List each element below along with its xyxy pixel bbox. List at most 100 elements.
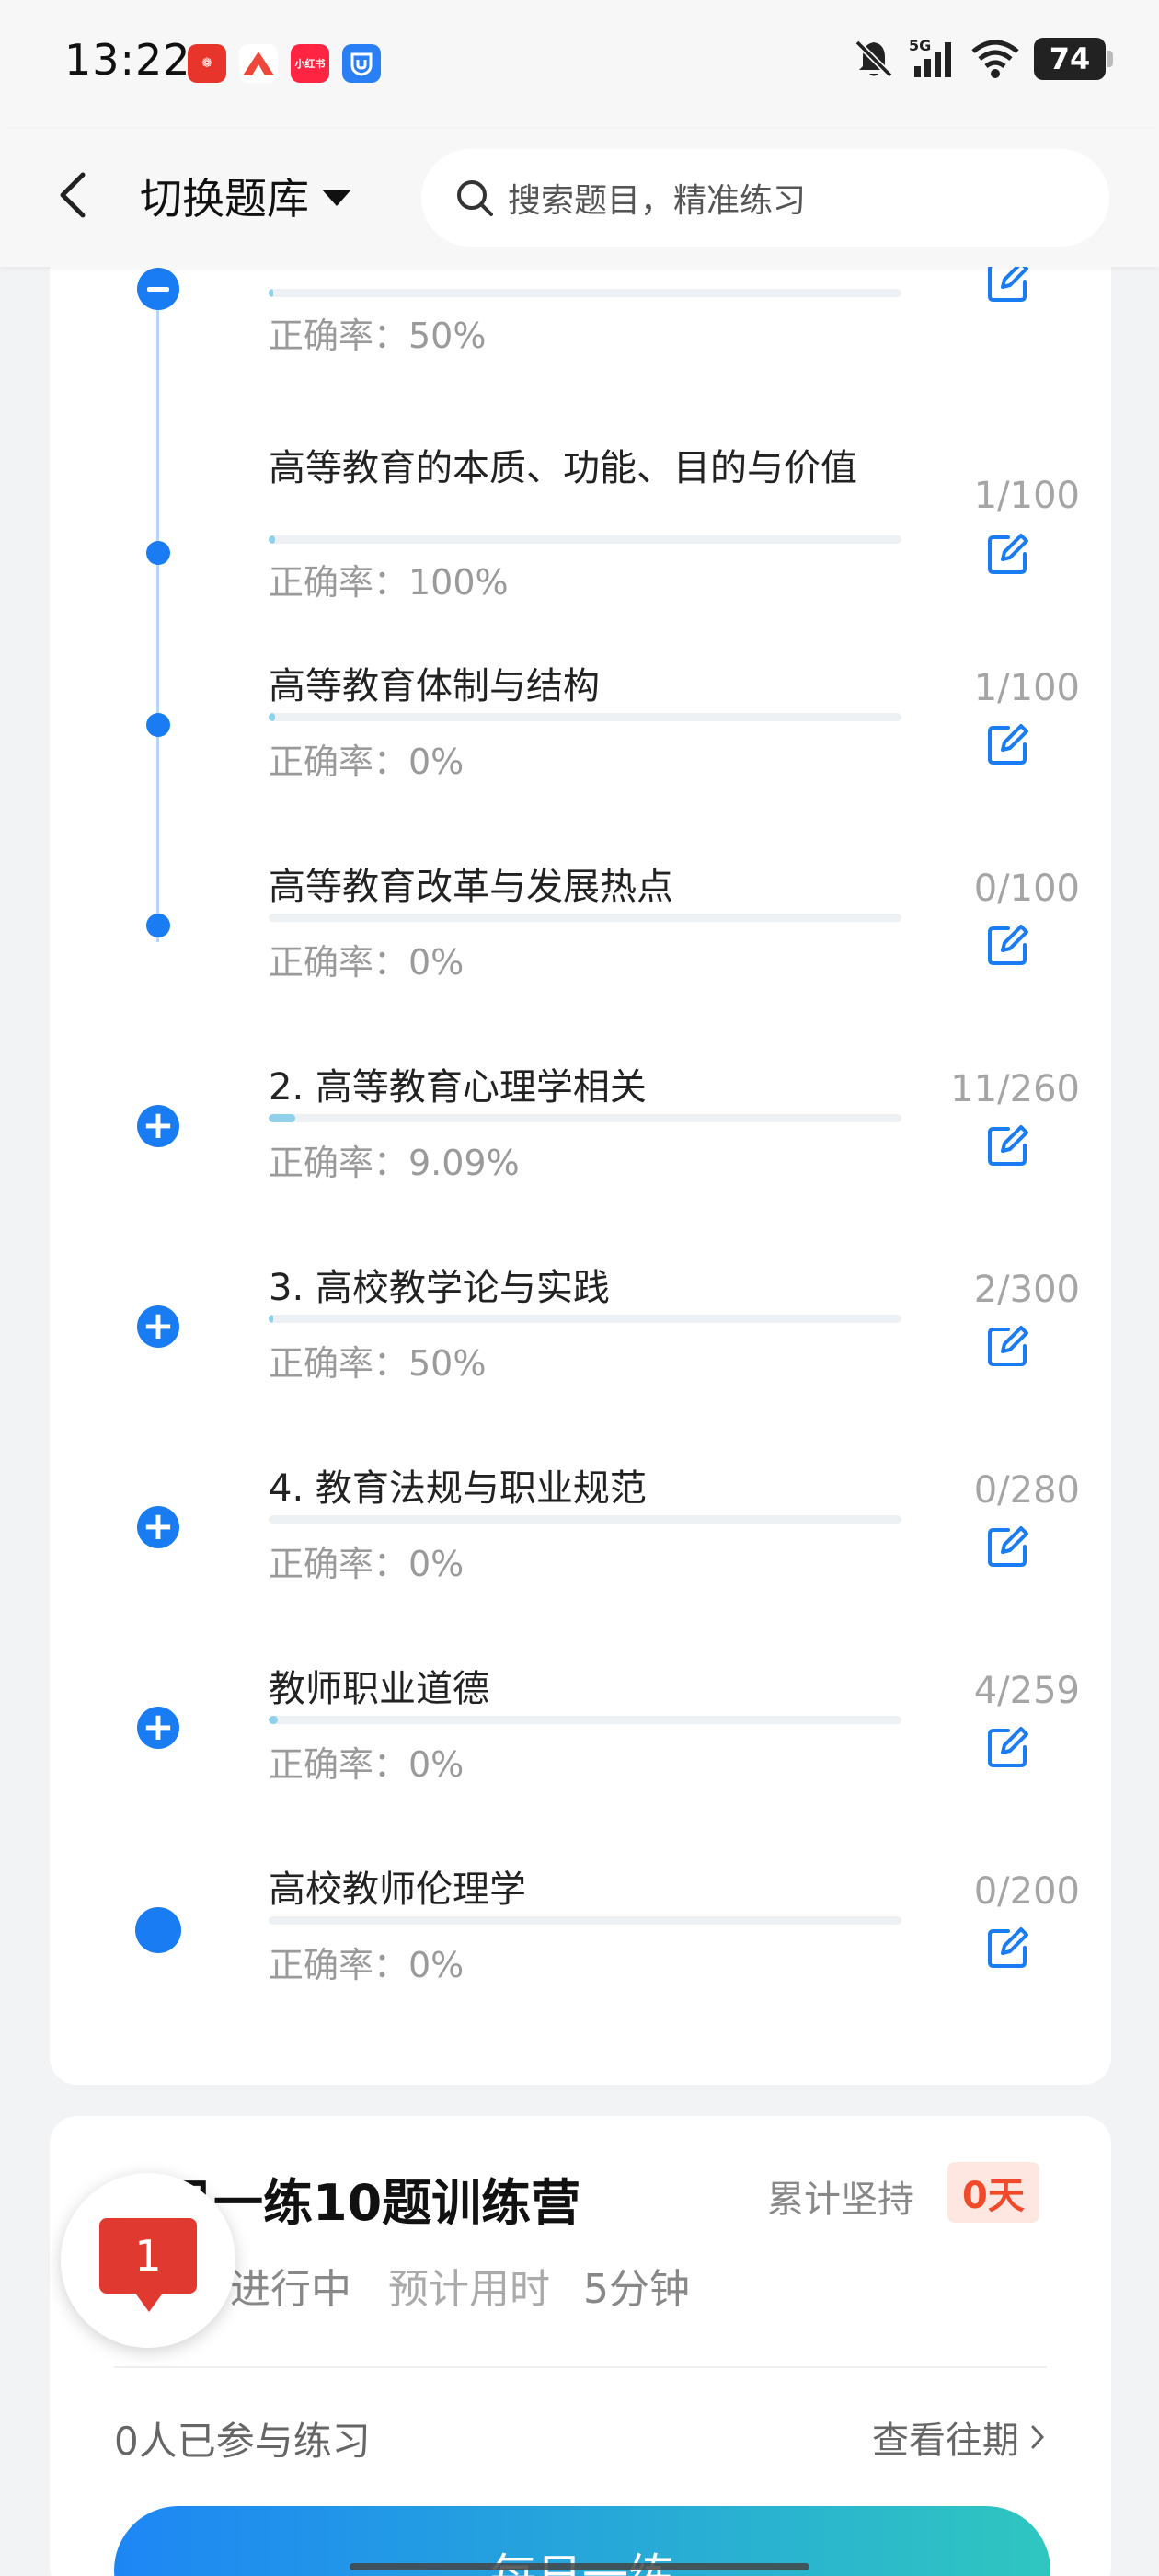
- daily-practice-card: 每日一练10题训练营 累计坚持 0天 进行中 预计用时 5分钟 0人已参与练习 …: [50, 2116, 1111, 2576]
- search-icon: [457, 180, 493, 216]
- topic-row[interactable]: 高等教育改革与发展热点 正确率：0% 0/100: [50, 803, 1111, 1004]
- home-indicator: [350, 2563, 809, 2570]
- topic-progress-bar: [269, 713, 901, 721]
- cellular-signal-icon: 5G: [909, 37, 957, 81]
- topic-row[interactable]: 4. 教育法规与职业规范正确率：0% 0/280: [50, 1405, 1111, 1605]
- topic-title: 高校教师伦理学: [269, 1869, 526, 1911]
- message-count: 1: [134, 2231, 162, 2281]
- topic-title: 高等教育的本质、功能、目的与价值: [269, 447, 857, 489]
- practice-status: 进行中: [230, 2266, 351, 2313]
- topic-title: 2. 高等教育心理学相关: [269, 1066, 647, 1109]
- estimated-time-value: 5分钟: [583, 2266, 690, 2313]
- search-bar[interactable]: 搜索题目，精准练习: [421, 149, 1109, 247]
- topic-count: 0/100: [973, 868, 1080, 910]
- expand-icon[interactable]: [137, 1506, 179, 1548]
- edit-icon[interactable]: [984, 1121, 1032, 1169]
- pinduoduo-icon: ❁: [188, 44, 226, 83]
- topic-progress-bar: [269, 289, 901, 297]
- timeline-node-icon: [146, 914, 170, 937]
- search-placeholder: 搜索题目，精准练习: [508, 182, 807, 220]
- topic-count: 0/200: [973, 1870, 1080, 1913]
- estimated-time-label: 预计用时: [388, 2266, 550, 2313]
- collapse-icon[interactable]: [137, 268, 179, 310]
- topic-count: 1/100: [973, 667, 1080, 709]
- chapter-list-card: 正确率：50% 2/300 高等教育的本质、功能、目的与价值正确率：100% 1/10…: [50, 221, 1111, 2085]
- floating-message-button[interactable]: 1: [61, 2173, 235, 2348]
- status-bar: 13:22 ❁ 小红书 5G 74: [0, 0, 1159, 129]
- timeline-node-icon: [146, 713, 170, 737]
- view-history-label: 查看往期: [872, 2420, 1019, 2462]
- topic-progress-bar: [269, 1716, 901, 1724]
- progress-fill: [269, 713, 275, 721]
- edit-icon[interactable]: [984, 720, 1032, 768]
- caret-down-icon: [322, 190, 351, 206]
- topic-count: 11/260: [950, 1068, 1080, 1110]
- topic-row[interactable]: 高校教师伦理学 正确率：0% 0/200: [50, 1806, 1111, 2007]
- topic-accuracy: 正确率：0%: [269, 1945, 465, 1985]
- expand-icon[interactable]: [137, 1105, 179, 1147]
- topic-accuracy: 正确率：50%: [269, 316, 487, 356]
- battery-indicator: 74: [1034, 38, 1113, 80]
- topic-title: 教师职业道德: [269, 1668, 489, 1710]
- topic-title: 3. 高校教学论与实践: [269, 1267, 610, 1309]
- system-icons: 5G 74: [852, 37, 1113, 81]
- expand-icon[interactable]: [137, 1305, 179, 1348]
- topic-progress-bar: [269, 1515, 901, 1524]
- topic-accuracy: 正确率：50%: [269, 1343, 487, 1384]
- topic-count: 2/300: [973, 1269, 1080, 1311]
- chevron-left-icon: [60, 172, 86, 218]
- edit-icon[interactable]: [984, 1322, 1032, 1370]
- progress-fill: [269, 1716, 279, 1724]
- topic-row[interactable]: 2. 高等教育心理学相关正确率：9.09% 11/260: [50, 1004, 1111, 1204]
- message-bubble-icon: 1: [99, 2218, 197, 2312]
- topic-title: 高等教育改革与发展热点: [269, 866, 673, 908]
- topic-accuracy: 正确率：100%: [269, 562, 509, 603]
- back-button[interactable]: [46, 167, 101, 223]
- progress-fill: [269, 289, 273, 297]
- persist-days-badge: 0天: [947, 2162, 1039, 2223]
- timeline-node-icon: [135, 1907, 181, 1953]
- participants-count: 0人已参与练习: [114, 2419, 371, 2464]
- topic-accuracy: 正确率：0%: [269, 1544, 465, 1584]
- topic-progress-bar: [269, 1315, 901, 1323]
- topic-progress-bar: [269, 1114, 901, 1122]
- status-time: 13:22: [64, 35, 191, 85]
- topic-accuracy: 正确率：0%: [269, 1744, 465, 1785]
- progress-fill: [269, 1114, 295, 1122]
- switch-bank-label: 切换题库: [140, 174, 309, 224]
- chevron-right-icon: [1031, 2425, 1045, 2449]
- view-history-link[interactable]: 查看往期: [872, 2410, 1047, 2464]
- progress-fill: [269, 535, 275, 544]
- topic-progress-bar: [269, 1916, 901, 1925]
- topic-progress-bar: [269, 535, 901, 544]
- edit-icon[interactable]: [984, 1523, 1032, 1570]
- topic-accuracy: 正确率：0%: [269, 742, 465, 782]
- bell-muted-icon: [855, 40, 893, 78]
- divider: [114, 2366, 1047, 2368]
- edit-icon[interactable]: [984, 921, 1032, 969]
- topic-progress-bar: [269, 914, 901, 922]
- expand-icon[interactable]: [137, 1707, 179, 1749]
- topic-title: 高等教育体制与结构: [269, 665, 600, 707]
- topic-row[interactable]: 高等教育体制与结构 正确率：0% 1/100: [50, 603, 1111, 803]
- topic-accuracy: 正确率：0%: [269, 942, 465, 983]
- topic-accuracy: 正确率：9.09%: [269, 1143, 520, 1183]
- topic-row[interactable]: 3. 高校教学论与实践正确率：50% 2/300: [50, 1204, 1111, 1405]
- edit-icon[interactable]: [984, 530, 1032, 578]
- topic-row[interactable]: 高等教育的本质、功能、目的与价值 正确率：100% 1/100: [50, 403, 1111, 604]
- topic-count: 4/259: [973, 1670, 1080, 1712]
- edit-icon[interactable]: [984, 1924, 1032, 1972]
- topic-count: 1/100: [973, 475, 1080, 517]
- persist-label: 累计坚持: [767, 2179, 914, 2221]
- wifi-icon: [971, 40, 1019, 78]
- xiaohongshu-icon: 小红书: [291, 44, 329, 83]
- progress-fill: [269, 1315, 273, 1323]
- switch-question-bank-button[interactable]: 切换题库: [140, 166, 351, 226]
- mountain-app-icon: [239, 44, 278, 83]
- topic-title: 4. 教育法规与职业规范: [269, 1467, 647, 1510]
- topic-row[interactable]: 教师职业道德正确率：0% 4/259: [50, 1605, 1111, 1806]
- timeline-node-icon: [146, 541, 170, 565]
- top-nav-bar: 切换题库 搜索题目，精准练习: [0, 129, 1159, 267]
- shield-app-icon: [342, 44, 381, 83]
- edit-icon[interactable]: [984, 1723, 1032, 1771]
